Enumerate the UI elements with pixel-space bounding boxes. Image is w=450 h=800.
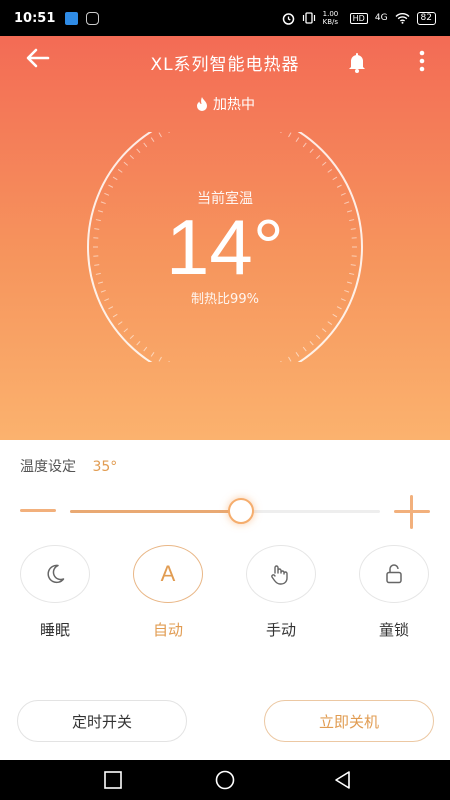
increase-button[interactable] — [394, 495, 430, 529]
dial-tick — [327, 169, 333, 173]
dial-tick — [117, 321, 123, 325]
dial-tick — [112, 176, 118, 181]
hd-badge: HD — [349, 12, 368, 24]
dial-tick — [280, 132, 282, 134]
square-icon — [104, 771, 122, 789]
dial-tick — [327, 321, 333, 325]
status-time: 10:51 — [14, 10, 56, 26]
power-off-button[interactable]: 立即关机 — [264, 700, 434, 742]
recents-button[interactable] — [101, 768, 125, 792]
settings-panel: 温度设定 35° 睡眠 A 自动 手动 童锁 定时开关 立即关机 — [0, 440, 450, 760]
more-button[interactable] — [412, 48, 432, 74]
dial-tick — [123, 328, 129, 333]
network-type: 4G — [374, 13, 388, 23]
mode-sleep[interactable]: 睡眠 — [19, 545, 91, 640]
dial-tick — [316, 154, 321, 160]
flame-icon — [197, 97, 207, 111]
decrease-button[interactable] — [20, 509, 56, 512]
dial-tick — [150, 137, 155, 142]
dial-tick — [280, 360, 282, 362]
circle-icon — [215, 770, 235, 790]
heating-status-label: 加热中 — [213, 97, 255, 113]
dial-tick — [143, 142, 148, 148]
alarm-icon — [282, 12, 294, 25]
dial-tick — [332, 176, 338, 181]
dial-tick — [168, 132, 170, 134]
slider-handle[interactable] — [227, 498, 254, 524]
mode-manual[interactable]: 手动 — [245, 545, 317, 640]
dial-tick — [168, 360, 170, 362]
temp-setting-row: 温度设定 35° — [20, 456, 117, 476]
auto-icon: A — [160, 561, 176, 586]
heating-status: 加热中 — [0, 94, 450, 114]
status-bar: 10:51 1.00 KB/s HD 4G 82 — [0, 0, 450, 36]
mode-child-lock-label: 童锁 — [378, 621, 409, 639]
dial-tick — [136, 341, 141, 346]
dial-tick — [316, 334, 321, 340]
page-title: XL系列智能电热器 — [150, 55, 300, 75]
back-nav-button[interactable] — [331, 768, 355, 792]
dial-tick — [123, 161, 129, 166]
home-button[interactable] — [213, 768, 237, 792]
slider-track[interactable] — [70, 498, 380, 524]
dial-tick — [117, 169, 123, 173]
room-temperature: 14° — [166, 203, 284, 291]
dial-tick — [129, 334, 134, 340]
dial-tick — [302, 346, 307, 352]
vibrate-icon — [302, 12, 315, 24]
net-speed: 1.00 KB/s — [322, 10, 339, 26]
dial-tick — [302, 142, 307, 148]
dial-tick — [309, 341, 314, 346]
moon-icon — [47, 564, 65, 584]
dial-tick — [136, 148, 141, 153]
mode-manual-label: 手动 — [265, 621, 296, 639]
dial-tick — [158, 132, 162, 138]
mode-manual-circle — [246, 545, 316, 603]
dial-tick — [321, 161, 327, 166]
dial-tick — [295, 137, 300, 142]
dial-tick — [309, 148, 314, 153]
dial-tick — [129, 154, 134, 160]
dial-tick — [332, 313, 338, 318]
mode-sleep-circle — [20, 545, 90, 603]
hero-panel: XL系列智能电热器 加热中 当前室温 14° 制热比99% — [0, 36, 450, 440]
more-vertical-icon — [419, 50, 425, 72]
temp-setting-label: 温度设定 — [20, 459, 76, 475]
mode-auto-label: 自动 — [152, 621, 183, 639]
dial-tick — [295, 352, 300, 357]
mode-auto[interactable]: A 自动 — [132, 545, 204, 640]
dial-tick — [150, 352, 155, 357]
mode-child-lock-circle — [359, 545, 429, 603]
hand-pointer-icon — [271, 565, 288, 585]
dial-tick — [321, 328, 327, 333]
mode-auto-circle: A — [133, 545, 203, 603]
timer-button[interactable]: 定时开关 — [17, 700, 187, 742]
system-nav-bar — [0, 760, 450, 800]
temp-setting-value: 35° — [92, 459, 118, 475]
mode-sleep-label: 睡眠 — [39, 621, 70, 639]
dial-tick — [288, 132, 292, 138]
mode-child-lock[interactable]: 童锁 — [358, 545, 430, 640]
triangle-back-icon — [335, 771, 350, 789]
dial-tick — [112, 313, 118, 318]
dial-tick — [288, 356, 292, 362]
sync-icon — [86, 11, 100, 25]
app-notification-icon — [65, 11, 79, 25]
heating-ratio: 制热比99% — [191, 292, 259, 307]
wifi-icon — [395, 13, 410, 24]
slider-fill — [70, 510, 241, 513]
status-right: 1.00 KB/s HD 4G 82 — [282, 10, 436, 26]
lock-icon — [386, 564, 402, 584]
bell-icon — [349, 53, 365, 73]
dial-tick — [158, 356, 162, 362]
battery-indicator: 82 — [416, 11, 436, 25]
temperature-dial: 当前室温 14° 制热比99% — [80, 132, 370, 362]
notification-button[interactable] — [345, 50, 369, 74]
temp-slider — [20, 495, 430, 529]
dial-tick — [143, 346, 148, 352]
app-header: XL系列智能电热器 — [0, 36, 450, 86]
